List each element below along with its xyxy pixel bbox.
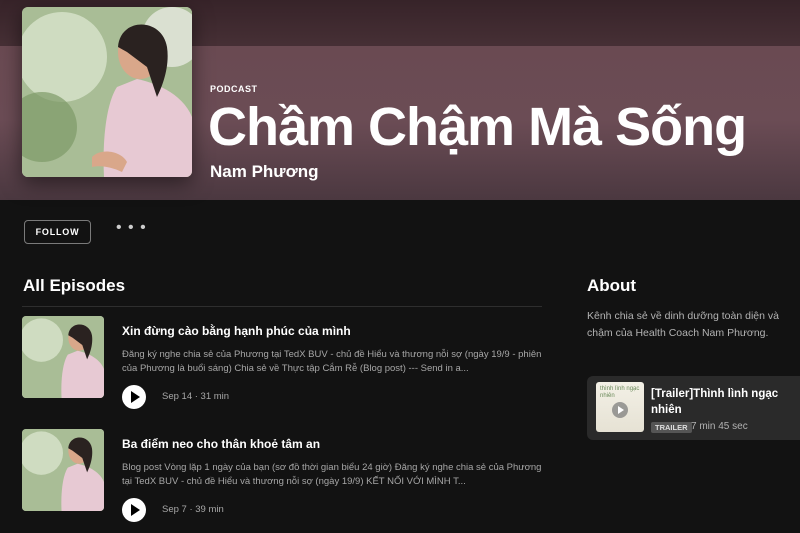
episode-description: Blog post Vòng lặp 1 ngày của bạn (sơ đồ… [122,462,542,487]
podcast-cover-image [22,7,192,177]
trailer-duration: 7 min 45 sec [691,421,748,432]
episode-title[interactable]: Ba điểm neo cho thân khoẻ tâm an [122,437,320,451]
episode-title[interactable]: Xin đừng cào bằng hạnh phúc của mình [122,324,351,338]
episode-meta: Sep 7 · 39 min [162,504,224,515]
author-name[interactable]: Nam Phương [210,162,318,182]
play-button[interactable] [122,385,146,409]
trailer-badge: TRAILER [651,422,692,433]
episode-portrait [22,429,104,511]
episode-row[interactable]: Xin đừng cào bằng hạnh phúc của mình Đăn… [22,316,542,416]
more-options-icon[interactable]: • • • [116,219,147,237]
episode-row[interactable]: Ba điểm neo cho thân khoẻ tâm an Blog po… [22,429,542,529]
episode-meta: Sep 14 · 31 min [162,391,230,402]
play-button[interactable] [122,498,146,522]
page-title: Chầm Chậm Mà Sống [208,97,747,157]
episode-description: Đăng ký nghe chia sẻ của Phương tại TedX… [122,349,542,374]
episode-thumbnail [22,429,104,511]
all-episodes-heading: All Episodes [23,276,126,295]
divider [22,306,542,307]
about-description: Kênh chia sẻ về dinh dưỡng toàn diện và … [587,310,779,339]
trailer-title[interactable]: [Trailer]Thình lình ngạc nhiên [651,386,800,418]
podcast-type-label: PODCAST [210,84,258,94]
episode-portrait [22,316,104,398]
follow-button[interactable]: FOLLOW [24,220,91,244]
cover-portrait [22,7,192,177]
episode-thumbnail [22,316,104,398]
play-icon[interactable] [612,402,628,418]
about-heading: About [587,276,637,295]
trailer-thumbnail: thình lình ngạc nhiên [596,382,644,432]
trailer-card[interactable]: thình lình ngạc nhiên [Trailer]Thình lìn… [587,376,800,440]
trailer-thumbnail-text: thình lình ngạc nhiên [600,386,640,399]
